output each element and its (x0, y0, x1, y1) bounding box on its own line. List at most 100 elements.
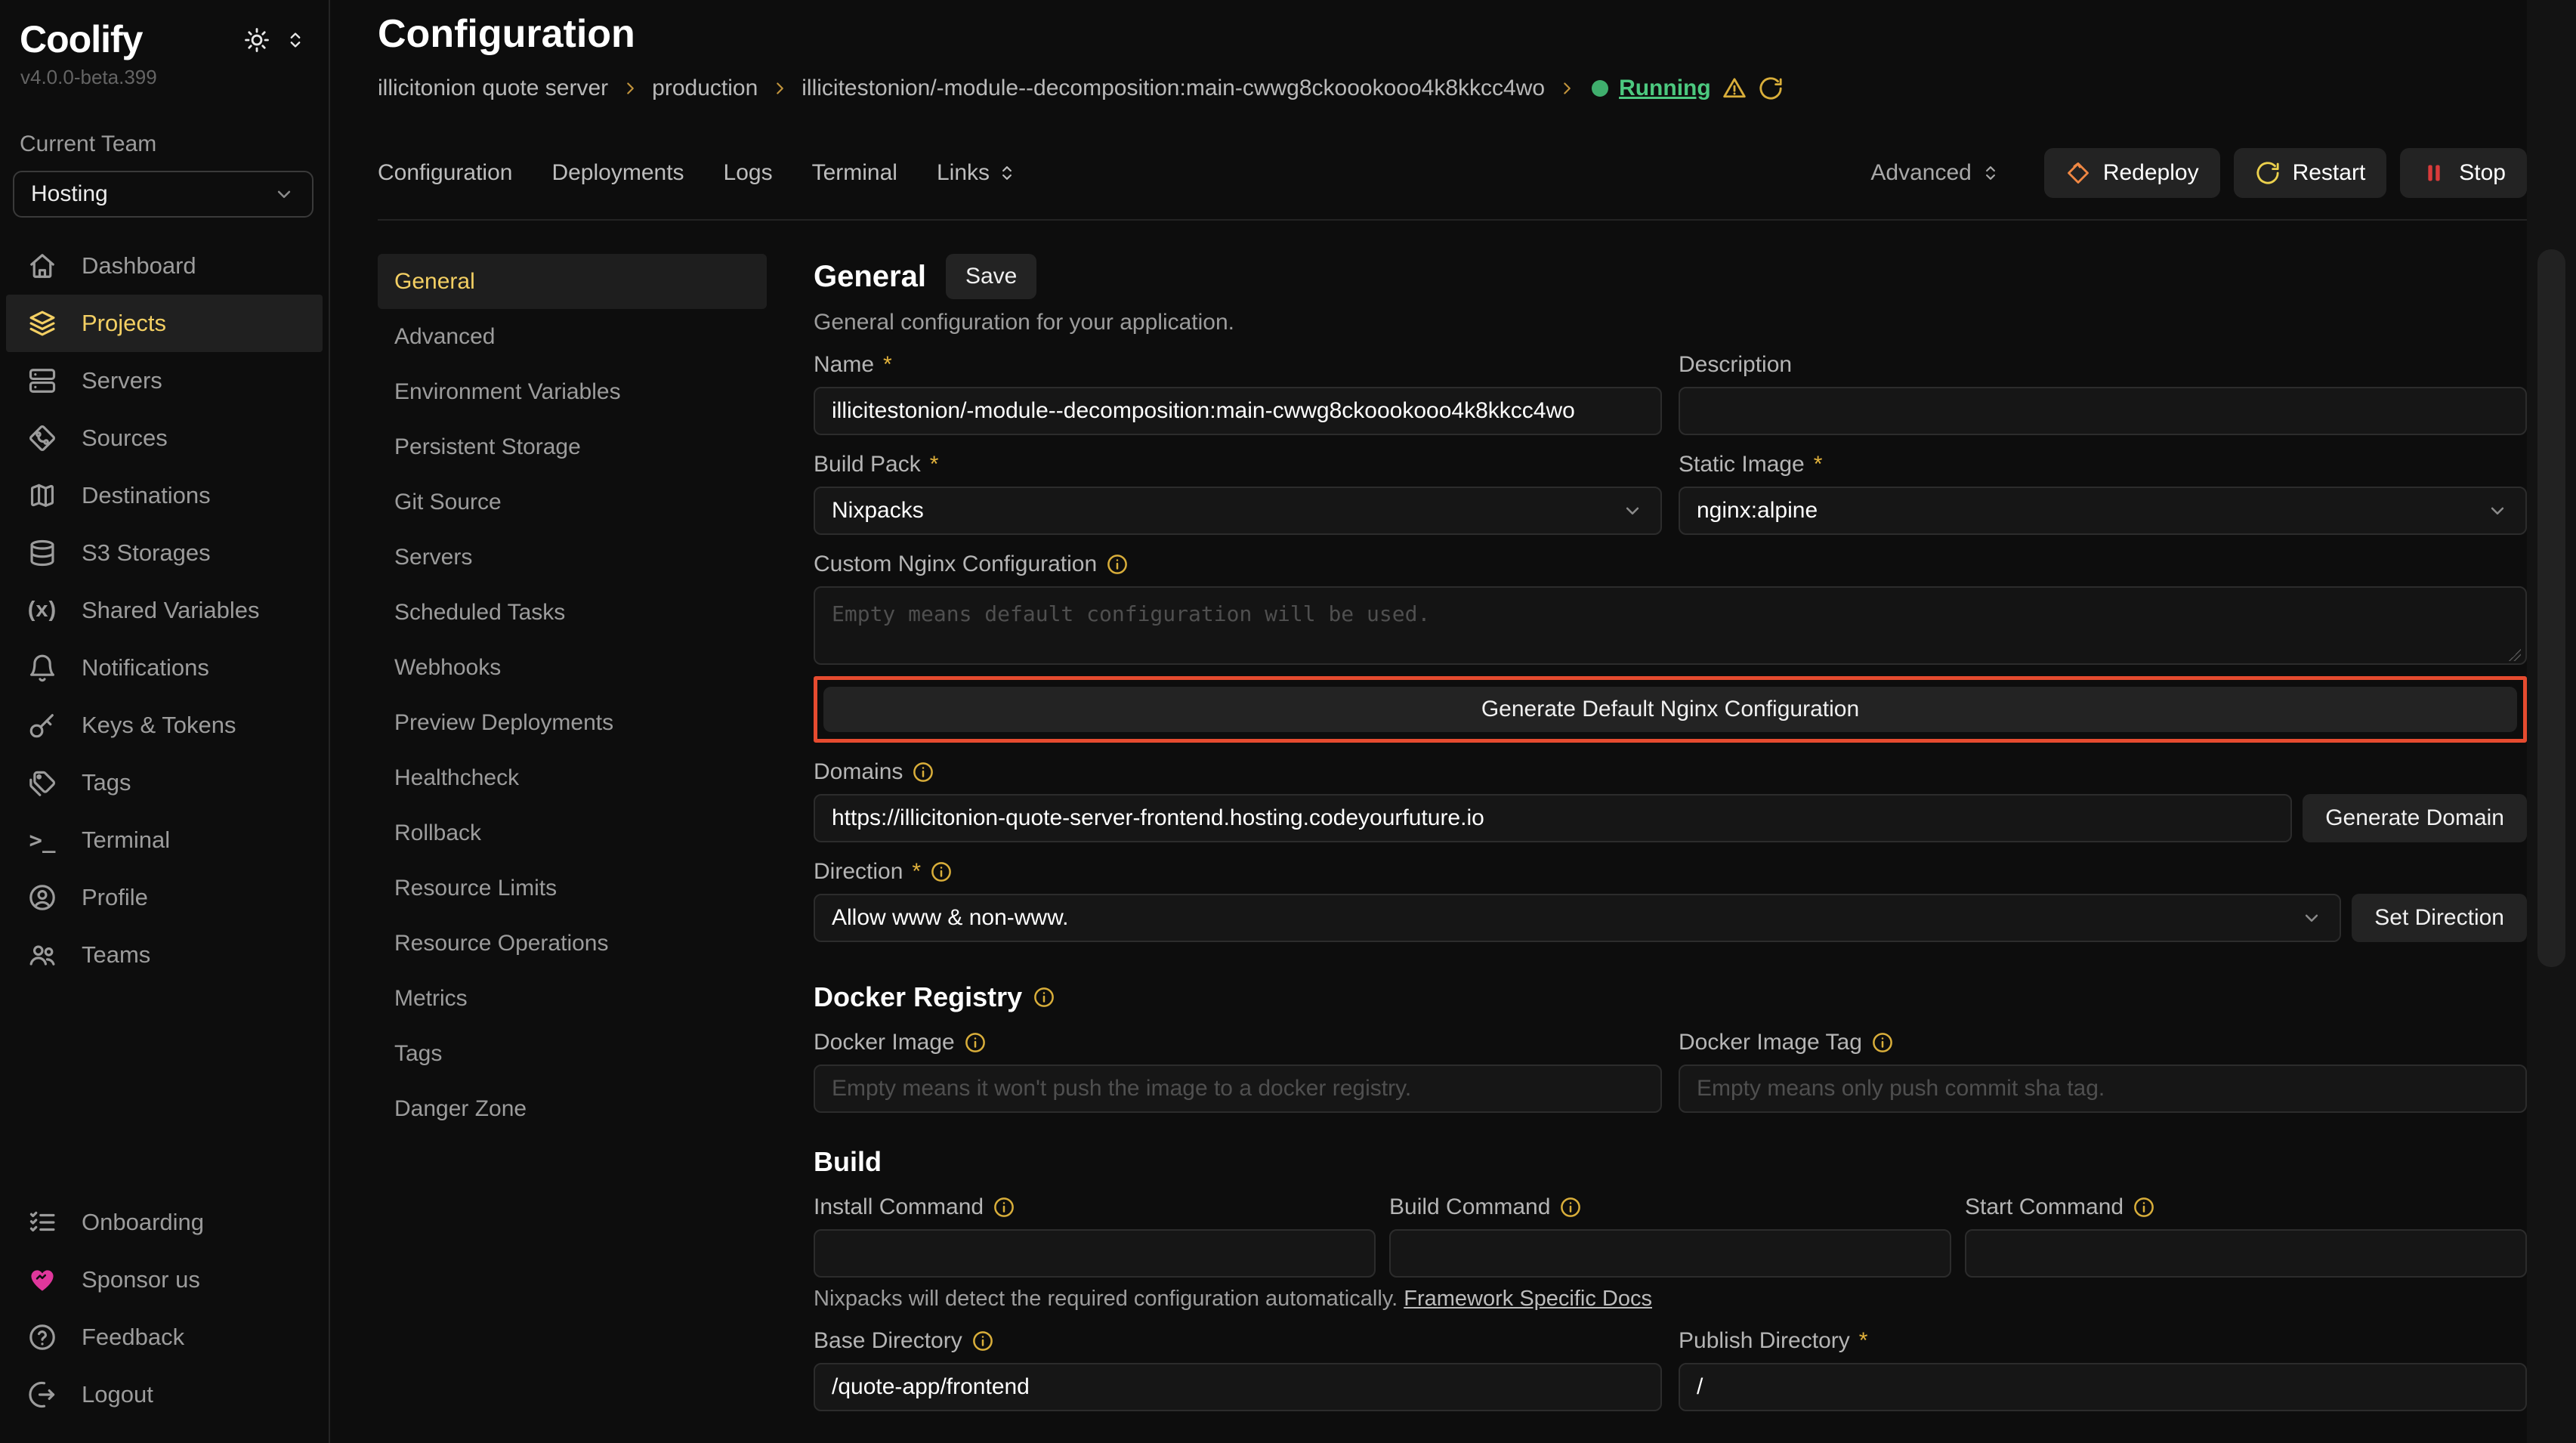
name-label: Name* (814, 352, 1662, 378)
tab-terminal[interactable]: Terminal (812, 160, 897, 186)
sidebar-item-projects[interactable]: Projects (6, 295, 323, 352)
description-input[interactable] (1679, 387, 2527, 435)
subnav-git-source[interactable]: Git Source (378, 474, 767, 530)
breadcrumb-resource[interactable]: illicitestonion/-module--decomposition:m… (802, 76, 1545, 101)
breadcrumb-environment[interactable]: production (652, 76, 758, 101)
page-title: Configuration (378, 11, 2527, 57)
save-button[interactable]: Save (946, 254, 1036, 299)
docker-image-input[interactable] (814, 1064, 1662, 1113)
required-asterisk: * (912, 859, 921, 885)
set-direction-button[interactable]: Set Direction (2352, 894, 2527, 942)
base-directory-input[interactable] (814, 1363, 1662, 1411)
checklist-icon (27, 1207, 57, 1238)
generate-nginx-config-button[interactable]: Generate Default Nginx Configuration (823, 687, 2517, 732)
sidebar-item-tags[interactable]: Tags (6, 754, 323, 811)
sidebar-item-label: Onboarding (82, 1209, 204, 1236)
install-command-input[interactable] (814, 1229, 1376, 1278)
static-image-select[interactable]: nginx:alpine (1679, 487, 2527, 535)
domains-input[interactable] (814, 794, 2292, 842)
publish-directory-input[interactable] (1679, 1363, 2527, 1411)
sidebar-item-servers[interactable]: Servers (6, 352, 323, 409)
map-icon (27, 480, 57, 511)
subnav-healthcheck[interactable]: Healthcheck (378, 750, 767, 805)
subnav-resource-operations[interactable]: Resource Operations (378, 916, 767, 971)
sidebar-item-logout[interactable]: Logout (6, 1366, 323, 1423)
theme-sun-icon[interactable] (244, 27, 270, 53)
generate-domain-button[interactable]: Generate Domain (2303, 794, 2527, 842)
info-icon[interactable] (930, 861, 953, 883)
scrollbar-track[interactable] (2527, 0, 2576, 1443)
sidebar-item-sources[interactable]: Sources (6, 409, 323, 467)
sidebar-item-destinations[interactable]: Destinations (6, 467, 323, 524)
docker-image-tag-input[interactable] (1679, 1064, 2527, 1113)
sidebar-item-terminal[interactable]: >_ Terminal (6, 811, 323, 869)
subnav-servers[interactable]: Servers (378, 530, 767, 585)
sidebar-item-label: Keys & Tokens (82, 712, 236, 739)
sidebar-item-s3-storages[interactable]: S3 Storages (6, 524, 323, 582)
chevron-right-icon (770, 79, 789, 98)
info-icon[interactable] (1871, 1031, 1894, 1054)
redeploy-button[interactable]: Redeploy (2044, 148, 2220, 198)
subnav-general[interactable]: General (378, 254, 767, 309)
tab-deployments[interactable]: Deployments (551, 160, 684, 186)
info-icon[interactable] (964, 1031, 987, 1054)
warning-triangle-icon[interactable] (1722, 76, 1747, 101)
subnav-preview-deployments[interactable]: Preview Deployments (378, 695, 767, 750)
subnav-danger-zone[interactable]: Danger Zone (378, 1081, 767, 1136)
refresh-icon[interactable] (1758, 76, 1784, 101)
team-select-value: Hosting (31, 181, 108, 207)
status-running-link[interactable]: Running (1619, 76, 1711, 101)
status-dot-icon (1592, 80, 1608, 97)
required-asterisk: * (883, 352, 892, 378)
subnav-tags[interactable]: Tags (378, 1026, 767, 1081)
advanced-dropdown[interactable]: Advanced (1870, 160, 2000, 186)
info-icon[interactable] (1106, 553, 1129, 576)
sidebar-item-keys-tokens[interactable]: Keys & Tokens (6, 697, 323, 754)
sidebar-item-notifications[interactable]: Notifications (6, 639, 323, 697)
info-icon[interactable] (993, 1196, 1015, 1219)
tab-links[interactable]: Links (937, 160, 1017, 186)
custom-nginx-textarea[interactable] (814, 586, 2527, 665)
subnav-resource-limits[interactable]: Resource Limits (378, 861, 767, 916)
required-asterisk: * (930, 452, 939, 477)
sidebar-item-shared-variables[interactable]: (x) Shared Variables (6, 582, 323, 639)
scrollbar-thumb[interactable] (2537, 249, 2565, 967)
tab-configuration[interactable]: Configuration (378, 160, 512, 186)
info-icon[interactable] (912, 761, 934, 783)
team-select[interactable]: Hosting (13, 171, 314, 218)
variables-icon: (x) (27, 595, 57, 626)
sidebar-item-label: Profile (82, 884, 148, 911)
subnav-persistent-storage[interactable]: Persistent Storage (378, 419, 767, 474)
build-pack-select[interactable]: Nixpacks (814, 487, 1662, 535)
sidebar-footer: Onboarding Sponsor us Feedback Logout (0, 1194, 329, 1423)
tab-logs[interactable]: Logs (724, 160, 773, 186)
sidebar-item-profile[interactable]: Profile (6, 869, 323, 926)
subnav-rollback[interactable]: Rollback (378, 805, 767, 861)
build-pack-label: Build Pack* (814, 452, 1662, 477)
subnav-metrics[interactable]: Metrics (378, 971, 767, 1026)
subnav-webhooks[interactable]: Webhooks (378, 640, 767, 695)
sidebar-item-teams[interactable]: Teams (6, 926, 323, 984)
breadcrumb-project[interactable]: illicitonion quote server (378, 76, 608, 101)
stop-button[interactable]: Stop (2400, 148, 2527, 198)
start-command-input[interactable] (1965, 1229, 2527, 1278)
restart-button[interactable]: Restart (2234, 148, 2387, 198)
subnav-advanced[interactable]: Advanced (378, 309, 767, 364)
theme-chevrons-icon[interactable] (285, 29, 306, 51)
sidebar-item-onboarding[interactable]: Onboarding (6, 1194, 323, 1251)
sidebar-item-feedback[interactable]: Feedback (6, 1309, 323, 1366)
info-icon[interactable] (971, 1330, 994, 1352)
sidebar-item-sponsor[interactable]: Sponsor us (6, 1251, 323, 1309)
redeploy-icon (2065, 160, 2091, 186)
info-icon[interactable] (2133, 1196, 2155, 1219)
sidebar-item-dashboard[interactable]: Dashboard (6, 237, 323, 295)
info-icon[interactable] (1559, 1196, 1582, 1219)
direction-select[interactable]: Allow www & non-www. (814, 894, 2341, 942)
info-icon[interactable] (1033, 986, 1055, 1009)
subnav-scheduled-tasks[interactable]: Scheduled Tasks (378, 585, 767, 640)
framework-docs-link[interactable]: Framework Specific Docs (1404, 1287, 1652, 1311)
subnav-environment-variables[interactable]: Environment Variables (378, 364, 767, 419)
sidebar-item-label: Shared Variables (82, 597, 260, 624)
name-input[interactable] (814, 387, 1662, 435)
build-command-input[interactable] (1389, 1229, 1951, 1278)
